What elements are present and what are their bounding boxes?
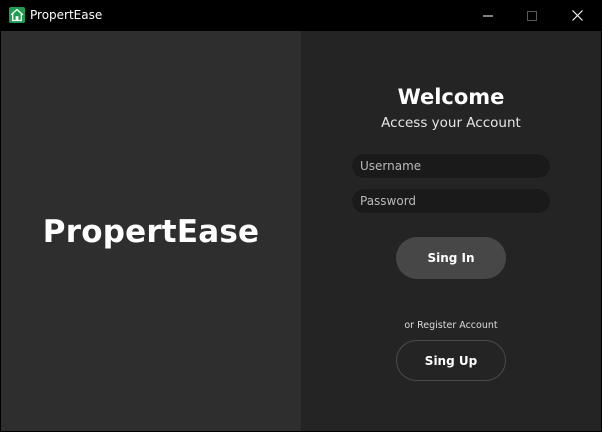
minimize-button[interactable] bbox=[465, 0, 511, 31]
sign-in-button[interactable]: Sing In bbox=[396, 237, 506, 279]
sign-up-label: Sing Up bbox=[424, 353, 478, 368]
register-prompt: or Register Account bbox=[404, 320, 498, 331]
window-title: PropertEase bbox=[30, 8, 103, 22]
main-content: PropertEase Welcome Access your Account … bbox=[1, 31, 601, 431]
access-subheading: Access your Account bbox=[381, 115, 521, 131]
title-bar[interactable]: PropertEase bbox=[0, 0, 602, 31]
brand-title: PropertEase bbox=[42, 214, 260, 250]
house-icon bbox=[9, 7, 25, 23]
minimize-icon bbox=[483, 15, 493, 16]
maximize-button[interactable] bbox=[509, 0, 555, 31]
close-button[interactable] bbox=[554, 0, 600, 31]
sign-in-label: Sing In bbox=[427, 251, 475, 265]
maximize-icon bbox=[527, 10, 537, 21]
username-input[interactable] bbox=[351, 153, 551, 179]
login-panel: Welcome Access your Account Sing In or R… bbox=[301, 31, 601, 431]
close-icon bbox=[571, 10, 583, 21]
app-window: PropertEase PropertEase Welcome Access y… bbox=[0, 0, 602, 432]
password-input[interactable] bbox=[351, 188, 551, 214]
welcome-heading: Welcome bbox=[397, 85, 505, 109]
sign-up-button[interactable]: Sing Up bbox=[396, 340, 506, 381]
brand-panel: PropertEase bbox=[1, 31, 301, 431]
